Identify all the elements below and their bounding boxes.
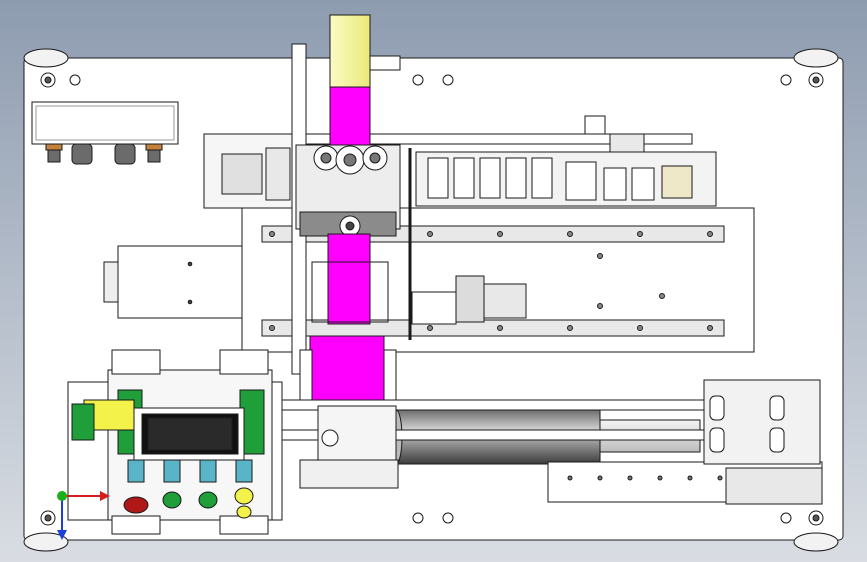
cable-drag-chain <box>415 151 717 207</box>
run-button <box>198 491 218 509</box>
cad-viewport[interactable] <box>0 0 867 562</box>
magenta-belt <box>327 233 371 325</box>
z-axis-marker <box>57 491 67 501</box>
stop-button <box>123 496 149 514</box>
yellow-roller-top <box>329 14 371 88</box>
magenta-roller-bottom <box>309 335 385 405</box>
reset-button <box>234 487 254 505</box>
servo-motor <box>103 245 243 319</box>
start-button <box>162 491 182 509</box>
magenta-roller-top <box>329 86 371 146</box>
assembly-drawing <box>0 0 867 562</box>
